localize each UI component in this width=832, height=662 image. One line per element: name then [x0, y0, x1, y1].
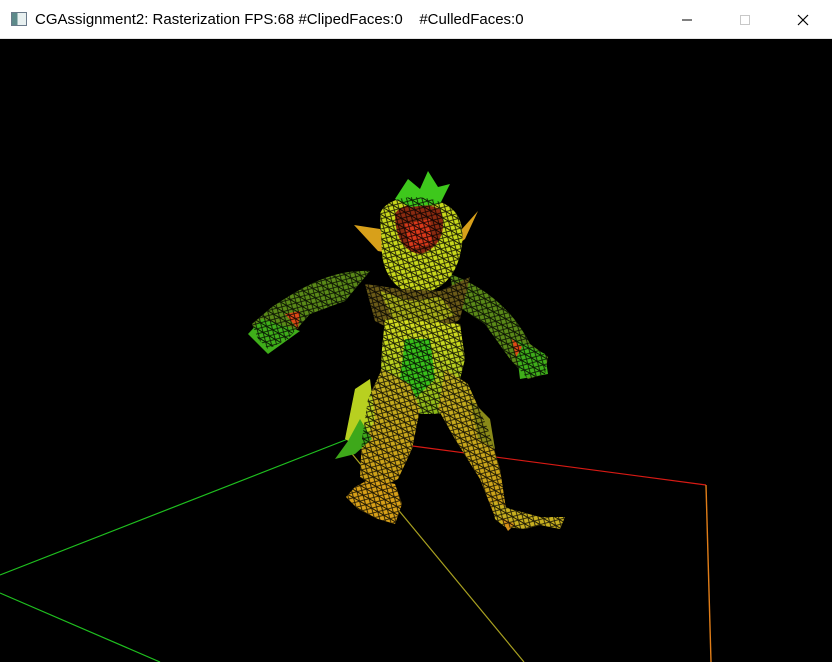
close-icon — [797, 14, 809, 25]
green-axis-line — [0, 438, 349, 576]
maximize-button[interactable] — [716, 0, 774, 39]
minimize-button[interactable] — [658, 0, 716, 39]
close-button[interactable] — [774, 0, 832, 39]
window-controls — [658, 0, 832, 39]
orange-axis-line — [705, 484, 712, 662]
green-axis-line-lower — [0, 592, 161, 662]
title-bar[interactable]: CGAssignment2: Rasterization FPS:68 #Cli… — [0, 0, 832, 39]
app-window-icon — [11, 12, 27, 26]
red-axis-line — [404, 444, 707, 486]
scene-axes — [0, 438, 712, 662]
minimize-icon — [682, 19, 692, 20]
maximize-icon — [740, 14, 750, 25]
window-title: CGAssignment2: Rasterization FPS:68 #Cli… — [35, 10, 524, 28]
app-window: CGAssignment2: Rasterization FPS:68 #Cli… — [0, 0, 832, 662]
render-viewport[interactable] — [0, 39, 832, 662]
wireframe-model — [248, 171, 565, 531]
render-canvas — [0, 171, 712, 662]
